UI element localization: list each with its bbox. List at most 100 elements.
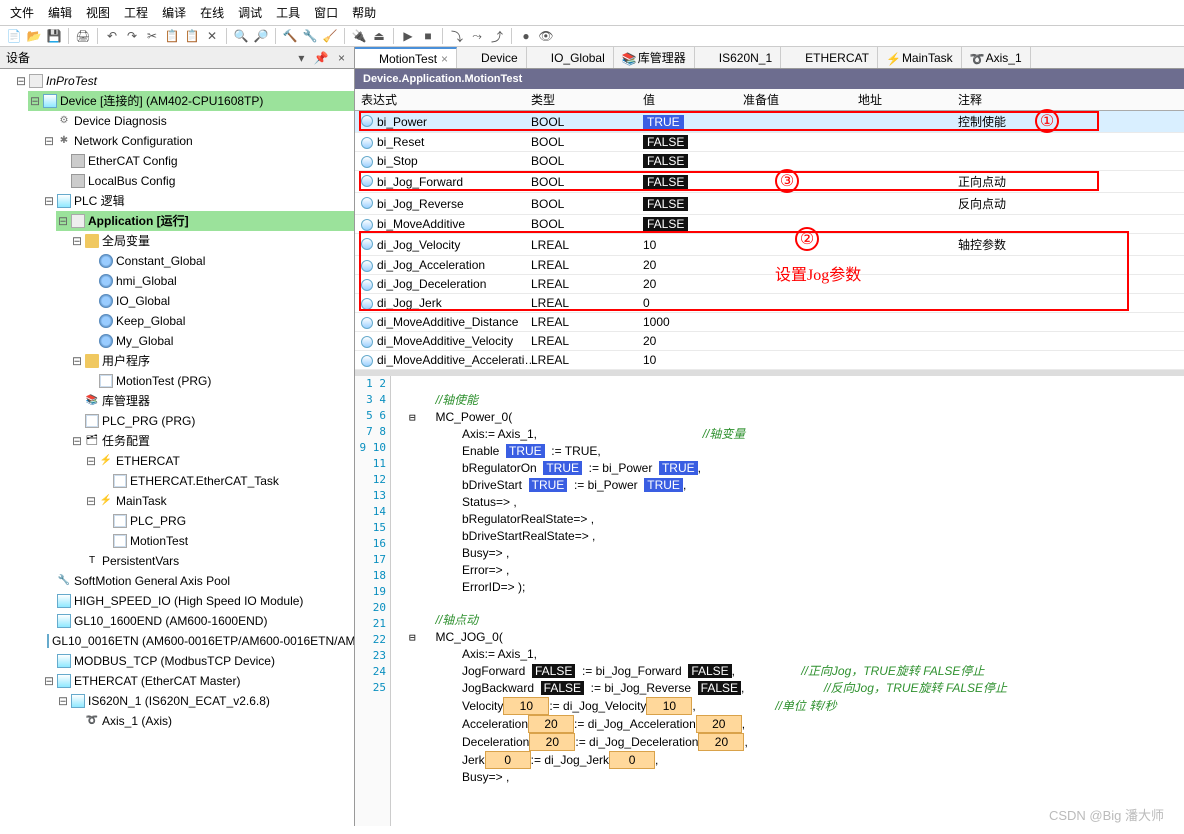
- watch-row[interactable]: bi_StopBOOLFALSE: [355, 152, 1184, 171]
- watch-value[interactable]: FALSE: [637, 133, 737, 152]
- watch-row[interactable]: bi_ResetBOOLFALSE: [355, 133, 1184, 152]
- clean-icon[interactable]: 🧹: [322, 28, 338, 44]
- menu-window[interactable]: 窗口: [314, 4, 338, 21]
- start-icon[interactable]: ▶: [400, 28, 416, 44]
- watch-value[interactable]: 20: [637, 256, 737, 275]
- menu-tools[interactable]: 工具: [276, 4, 300, 21]
- watch-value[interactable]: 10: [637, 234, 737, 256]
- watch-row[interactable]: di_Jog_JerkLREAL0: [355, 294, 1184, 313]
- tree-tplc[interactable]: PLC_PRG: [130, 511, 186, 531]
- watch-col-expr[interactable]: 表达式: [355, 89, 525, 111]
- find-icon[interactable]: 🔍: [233, 28, 249, 44]
- tree-plcprg[interactable]: PLC_PRG (PRG): [102, 411, 195, 431]
- watch-prepared[interactable]: [737, 111, 852, 133]
- watch-row[interactable]: bi_Jog_ForwardBOOLFALSE正向点动: [355, 171, 1184, 193]
- watch-prepared[interactable]: [737, 152, 852, 171]
- copy-icon[interactable]: 📋: [164, 28, 180, 44]
- tree-ethercatcfg[interactable]: EtherCAT Config: [88, 151, 178, 171]
- tree-gl10[interactable]: GL10_1600END (AM600-1600END): [74, 611, 267, 631]
- stop-icon[interactable]: ■: [420, 28, 436, 44]
- breakpoint-icon[interactable]: ●: [518, 28, 534, 44]
- tree-diagnosis[interactable]: Device Diagnosis: [74, 111, 167, 131]
- code-editor[interactable]: 1 2 3 4 5 6 7 8 9 10 11 12 13 14 15 16 1…: [355, 370, 1184, 826]
- watch-value[interactable]: 1000: [637, 313, 737, 332]
- menu-view[interactable]: 视图: [86, 4, 110, 21]
- undo-icon[interactable]: ↶: [104, 28, 120, 44]
- tab-ioglobal[interactable]: IO_Global: [527, 47, 614, 68]
- delete-icon[interactable]: ✕: [204, 28, 220, 44]
- watch-row[interactable]: di_MoveAdditive_VelocityLREAL20: [355, 332, 1184, 351]
- watch-row[interactable]: bi_Jog_ReverseBOOLFALSE反向点动: [355, 193, 1184, 215]
- panel-close-icon[interactable]: ×: [335, 51, 348, 65]
- watch-value[interactable]: 20: [637, 275, 737, 294]
- watch-row[interactable]: di_Jog_VelocityLREAL10轴控参数: [355, 234, 1184, 256]
- watch-col-value[interactable]: 值: [637, 89, 737, 111]
- tree-tmain[interactable]: MainTask: [116, 491, 167, 511]
- tab-axis[interactable]: ➰Axis_1: [962, 47, 1031, 68]
- tree-modbus[interactable]: MODBUS_TCP (ModbusTCP Device): [74, 651, 275, 671]
- tree-application[interactable]: Application [运行]: [88, 211, 189, 231]
- menu-project[interactable]: 工程: [124, 4, 148, 21]
- tree-is620[interactable]: IS620N_1 (IS620N_ECAT_v2.6.8): [88, 691, 270, 711]
- tree-gl16[interactable]: GL10_0016ETN (AM600-0016ETP/AM600-0016ET…: [52, 631, 354, 651]
- tree-hsio[interactable]: HIGH_SPEED_IO (High Speed IO Module): [74, 591, 303, 611]
- tree-tethtask[interactable]: ETHERCAT.EtherCAT_Task: [130, 471, 279, 491]
- watch-row[interactable]: di_Jog_AccelerationLREAL20: [355, 256, 1184, 275]
- watch-value[interactable]: FALSE: [637, 193, 737, 215]
- tree-globals[interactable]: 全局变量: [102, 231, 150, 251]
- tab-motiontest[interactable]: MotionTest ×: [355, 47, 457, 68]
- tree-user[interactable]: 用户程序: [102, 351, 150, 371]
- watch-prepared[interactable]: [737, 133, 852, 152]
- menu-debug[interactable]: 调试: [238, 4, 262, 21]
- save-icon[interactable]: 💾: [46, 28, 62, 44]
- watch-value[interactable]: TRUE: [637, 111, 737, 133]
- open-icon[interactable]: 📂: [26, 28, 42, 44]
- menu-file[interactable]: 文件: [10, 4, 34, 21]
- paste-icon[interactable]: 📋: [184, 28, 200, 44]
- watch-value[interactable]: FALSE: [637, 152, 737, 171]
- step-icon[interactable]: ⤵: [449, 28, 465, 44]
- tree-device[interactable]: Device [连接的] (AM402-CPU1608TP): [60, 91, 263, 111]
- watch-col-comment[interactable]: 注释: [952, 89, 1184, 111]
- tree-g5[interactable]: My_Global: [116, 331, 173, 351]
- tab-maintask[interactable]: ⚡MainTask: [878, 47, 962, 68]
- tree-pv[interactable]: PersistentVars: [102, 551, 179, 571]
- watch-row[interactable]: di_MoveAdditive_DistanceLREAL1000: [355, 313, 1184, 332]
- watch-row[interactable]: bi_PowerBOOLTRUE控制使能: [355, 111, 1184, 133]
- redo-icon[interactable]: ↷: [124, 28, 140, 44]
- watch-value[interactable]: 10: [637, 351, 737, 370]
- watch-value[interactable]: 20: [637, 332, 737, 351]
- tree-localbus[interactable]: LocalBus Config: [88, 171, 175, 191]
- menu-build[interactable]: 编译: [162, 4, 186, 21]
- watch-col-address[interactable]: 地址: [852, 89, 952, 111]
- tree-g4[interactable]: Keep_Global: [116, 311, 185, 331]
- new-icon[interactable]: 📄: [6, 28, 22, 44]
- watch-row[interactable]: bi_MoveAdditiveBOOLFALSE: [355, 215, 1184, 234]
- tree-lib[interactable]: 库管理器: [102, 391, 150, 411]
- menu-help[interactable]: 帮助: [352, 4, 376, 21]
- build-icon[interactable]: 🔨: [282, 28, 298, 44]
- code-content[interactable]: //轴使能 ⊟ MC_Power_0( Axis:= Axis_1, //轴变量…: [391, 376, 1184, 826]
- watch-prepared[interactable]: [737, 332, 852, 351]
- watch-table[interactable]: 表达式 类型 值 准备值 地址 注释 bi_PowerBOOLTRUE控制使能b…: [355, 89, 1184, 370]
- buildall-icon[interactable]: 🔧: [302, 28, 318, 44]
- watch-value[interactable]: 0: [637, 294, 737, 313]
- panel-arrow-icon[interactable]: ▾: [295, 51, 307, 65]
- panel-pin-icon[interactable]: 📌: [311, 51, 332, 65]
- close-icon[interactable]: ×: [441, 52, 448, 66]
- stepout-icon[interactable]: ⤴: [489, 28, 505, 44]
- tab-ethercat[interactable]: ETHERCAT: [781, 47, 878, 68]
- watch-value[interactable]: FALSE: [637, 171, 737, 193]
- watch-prepared[interactable]: [737, 313, 852, 332]
- tree-g2[interactable]: hmi_Global: [116, 271, 177, 291]
- print-icon[interactable]: 🖨: [75, 28, 91, 44]
- tree-plclogic[interactable]: PLC 逻辑: [74, 191, 125, 211]
- watch-prepared[interactable]: [737, 294, 852, 313]
- tree-teth[interactable]: ETHERCAT: [116, 451, 180, 471]
- tree-ethm[interactable]: ETHERCAT (EtherCAT Master): [74, 671, 240, 691]
- watch-row[interactable]: di_MoveAdditive_Accelerati…LREAL10: [355, 351, 1184, 370]
- tree-tmt[interactable]: MotionTest: [130, 531, 188, 551]
- menu-online[interactable]: 在线: [200, 4, 224, 21]
- tree-axis[interactable]: Axis_1 (Axis): [102, 711, 172, 731]
- tree-motiontest[interactable]: MotionTest (PRG): [116, 371, 211, 391]
